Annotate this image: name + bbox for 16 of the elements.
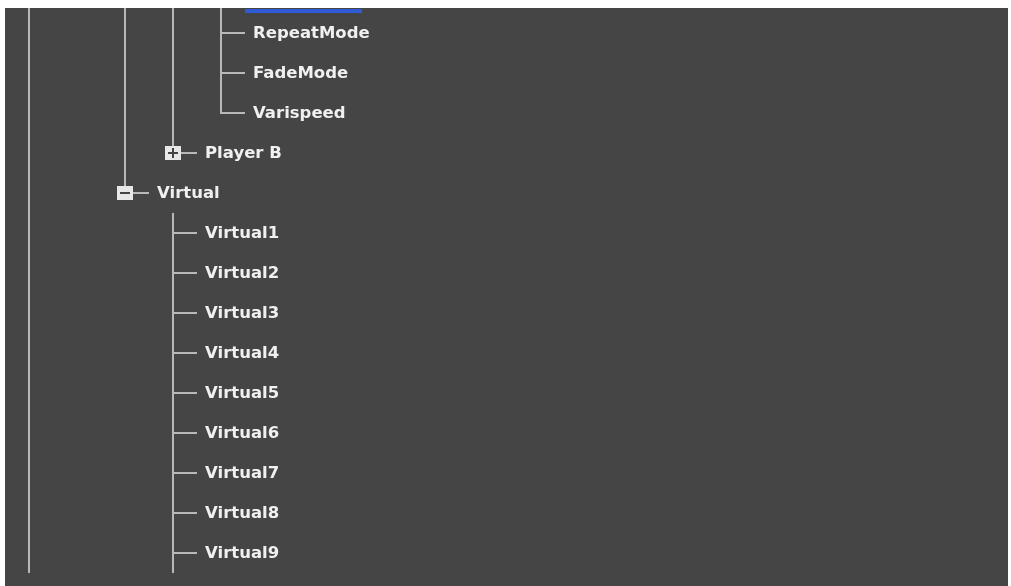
collapse-icon[interactable] bbox=[117, 186, 133, 200]
tree-item[interactable]: Virtual5 bbox=[197, 383, 280, 403]
tree-item[interactable]: Virtual3 bbox=[197, 303, 280, 323]
expand-icon[interactable] bbox=[165, 146, 181, 160]
tree-item[interactable]: Player B bbox=[197, 143, 282, 163]
tree-item[interactable]: Virtual6 bbox=[197, 423, 280, 443]
tree-item[interactable]: Varispeed bbox=[245, 103, 346, 123]
tree-item[interactable]: Virtual7 bbox=[197, 463, 280, 483]
tree-item[interactable]: FadeMode bbox=[245, 63, 349, 83]
tree-item[interactable]: Virtual2 bbox=[197, 263, 280, 283]
tree-item[interactable]: Virtual1 bbox=[197, 223, 280, 243]
tree-item[interactable]: Virtual9 bbox=[197, 543, 280, 563]
tree-item[interactable]: Virtual bbox=[149, 183, 220, 203]
tree-item[interactable]: Virtual4 bbox=[197, 343, 280, 363]
tree-item[interactable]: Virtual8 bbox=[197, 503, 280, 523]
tree-item[interactable]: RepeatMode bbox=[245, 23, 370, 43]
